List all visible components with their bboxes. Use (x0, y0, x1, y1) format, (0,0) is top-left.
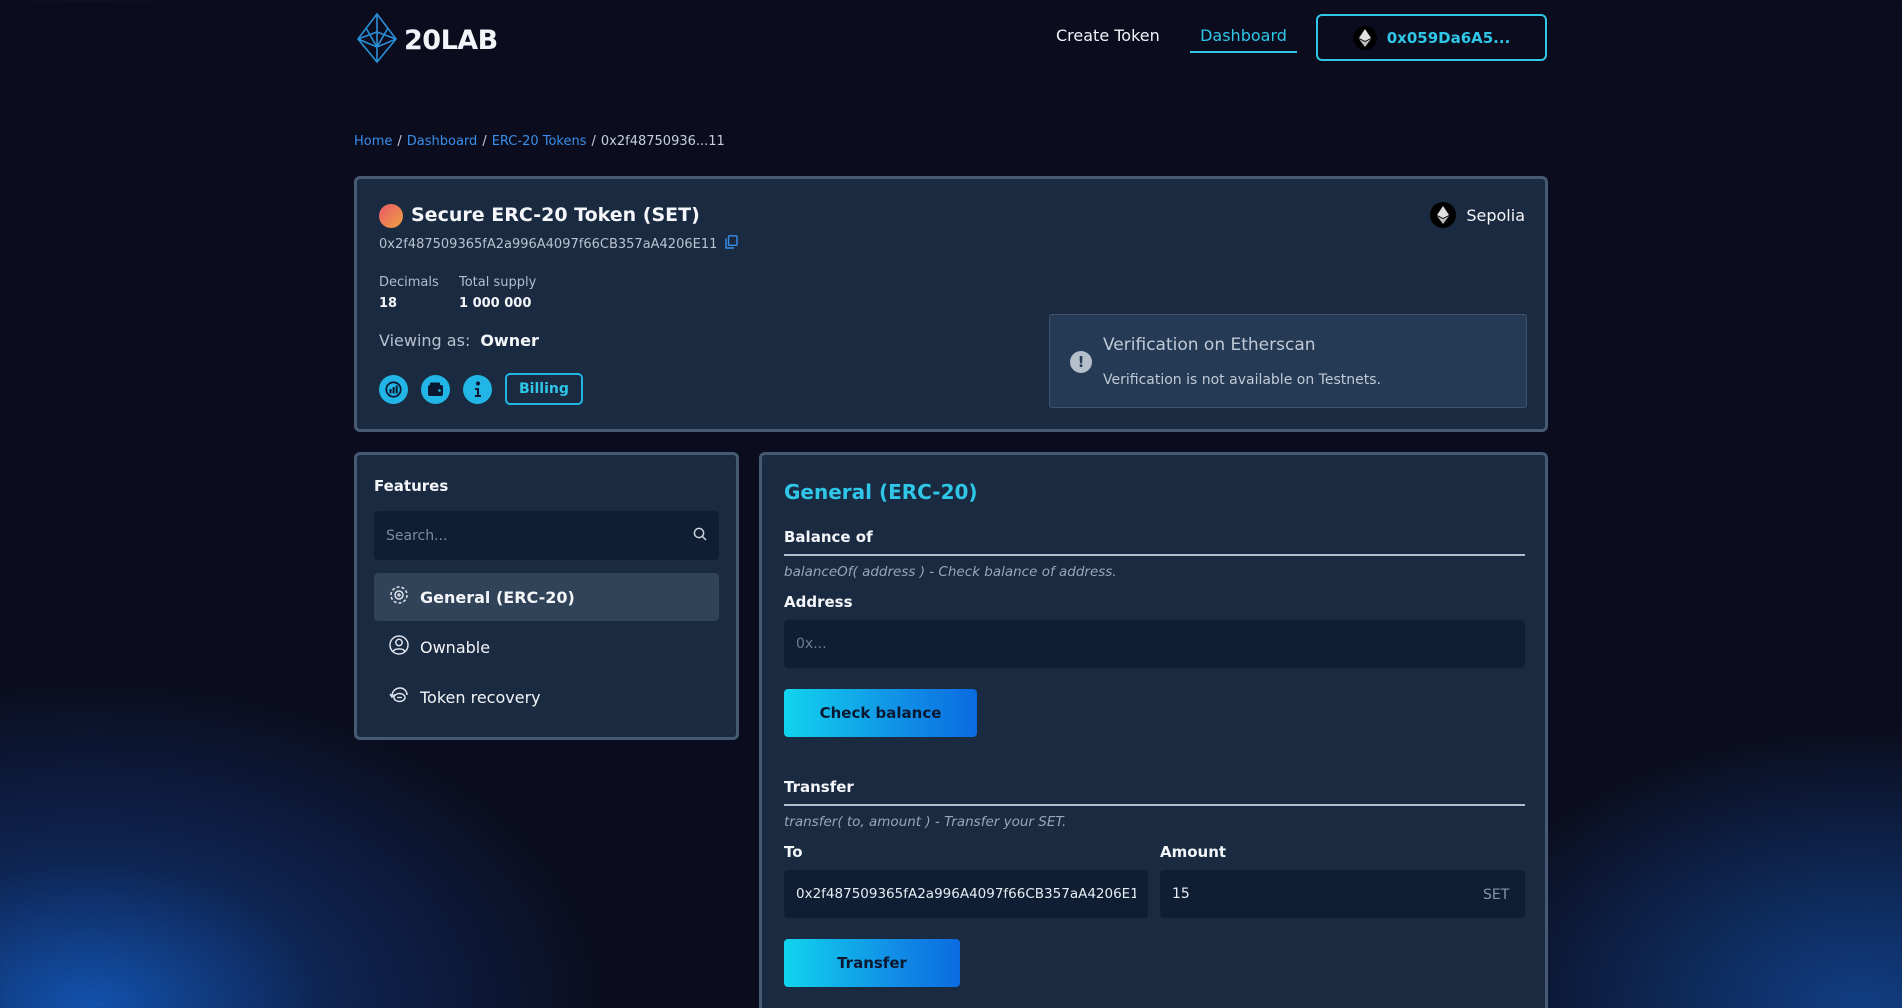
features-panel: Features General (ERC-20) Ownable Token … (354, 452, 739, 740)
breadcrumb-dashboard[interactable]: Dashboard (407, 134, 478, 149)
verification-notice: ! Verification on Etherscan Verification… (1049, 314, 1527, 408)
breadcrumb-home[interactable]: Home (354, 134, 392, 149)
feature-item-ownable[interactable]: Ownable (374, 623, 719, 671)
wallet-address: 0x059Da6A5... (1386, 28, 1511, 47)
total-supply-value: 1 000 000 (459, 296, 532, 311)
token-address-row: 0x2f487509365fA2a996A4097f66CB357aA4206E… (379, 235, 739, 253)
decimals-label: Decimals (379, 275, 439, 290)
logo[interactable]: 20LAB (354, 12, 498, 68)
token-avatar (379, 204, 403, 228)
transfer-to-input[interactable] (784, 870, 1148, 918)
token-actions: Billing (379, 373, 583, 405)
network-indicator: Sepolia (1430, 202, 1525, 228)
breadcrumb: Home / Dashboard / ERC-20 Tokens / 0x2f4… (354, 134, 725, 149)
network-name: Sepolia (1466, 205, 1525, 225)
wallet-icon[interactable] (421, 374, 450, 404)
feature-item-label: General (ERC-20) (420, 587, 575, 607)
user-circle-icon (388, 634, 410, 660)
wallet-button[interactable]: 0x059Da6A5... (1316, 14, 1547, 61)
feature-detail-panel: General (ERC-20) Balance of balanceOf( a… (759, 452, 1548, 1008)
gear-chip-icon (388, 584, 410, 610)
decimals-stat: Decimals 18 (379, 275, 439, 311)
breadcrumb-erc20-tokens[interactable]: ERC-20 Tokens (492, 134, 587, 149)
transfer-description: transfer( to, amount ) - Transfer your S… (784, 814, 1067, 830)
diamond-logo-icon (354, 12, 400, 68)
total-supply-label: Total supply (459, 275, 537, 290)
check-balance-button[interactable]: Check balance (784, 689, 977, 737)
balance-address-input[interactable] (784, 620, 1525, 668)
search-icon[interactable] (693, 526, 707, 545)
exclamation-icon: ! (1070, 351, 1092, 373)
billing-button[interactable]: Billing (505, 373, 583, 405)
address-label: Address (784, 593, 853, 611)
transfer-section-title: Transfer (784, 778, 1525, 806)
analytics-icon[interactable] (379, 374, 408, 404)
nav-dashboard[interactable]: Dashboard (1190, 26, 1297, 53)
breadcrumb-separator: / (397, 134, 402, 149)
viewing-as: Viewing as: Owner (379, 331, 539, 350)
balance-of-section-title: Balance of (784, 528, 1525, 556)
nav-create-token[interactable]: Create Token (1056, 26, 1160, 45)
features-search-input[interactable] (386, 527, 676, 544)
token-title: Secure ERC-20 Token (SET) (411, 204, 700, 226)
breadcrumb-separator: / (591, 134, 596, 149)
feature-item-token-recovery[interactable]: Token recovery (374, 673, 719, 721)
token-address: 0x2f487509365fA2a996A4097f66CB357aA4206E… (379, 236, 718, 252)
top-header: 20LAB Create Token Dashboard 0x059Da6A5.… (0, 0, 1902, 78)
transfer-amount-input[interactable] (1160, 870, 1525, 918)
balance-of-description: balanceOf( address ) - Check balance of … (784, 564, 1117, 580)
verification-title: Verification on Etherscan (1103, 335, 1316, 355)
features-title: Features (374, 477, 449, 495)
features-search (374, 511, 719, 560)
breadcrumb-separator: / (482, 134, 487, 149)
copy-icon[interactable] (725, 235, 739, 253)
info-icon[interactable] (463, 374, 492, 404)
ethereum-icon (1352, 25, 1377, 50)
ethereum-icon (1430, 202, 1457, 228)
logo-text: 20LAB (404, 24, 498, 56)
feature-item-label: Ownable (420, 637, 491, 657)
to-label: To (784, 843, 803, 861)
decimals-value: 18 (379, 296, 398, 311)
recovery-icon (388, 684, 410, 710)
panel-title: General (ERC-20) (784, 480, 978, 504)
total-supply-stat: Total supply 1 000 000 (459, 275, 536, 311)
viewing-as-role: Owner (480, 331, 539, 350)
token-card: Secure ERC-20 Token (SET) 0x2f487509365f… (354, 176, 1548, 432)
amount-label: Amount (1160, 843, 1227, 861)
breadcrumb-current: 0x2f48750936...11 (600, 134, 725, 149)
feature-item-label: Token recovery (420, 687, 541, 707)
verification-text: Verification is not available on Testnet… (1103, 372, 1381, 388)
transfer-button[interactable]: Transfer (784, 939, 960, 987)
feature-item-general[interactable]: General (ERC-20) (374, 573, 719, 621)
amount-unit-suffix: SET (1483, 887, 1510, 903)
viewing-as-label: Viewing as: (379, 331, 471, 350)
